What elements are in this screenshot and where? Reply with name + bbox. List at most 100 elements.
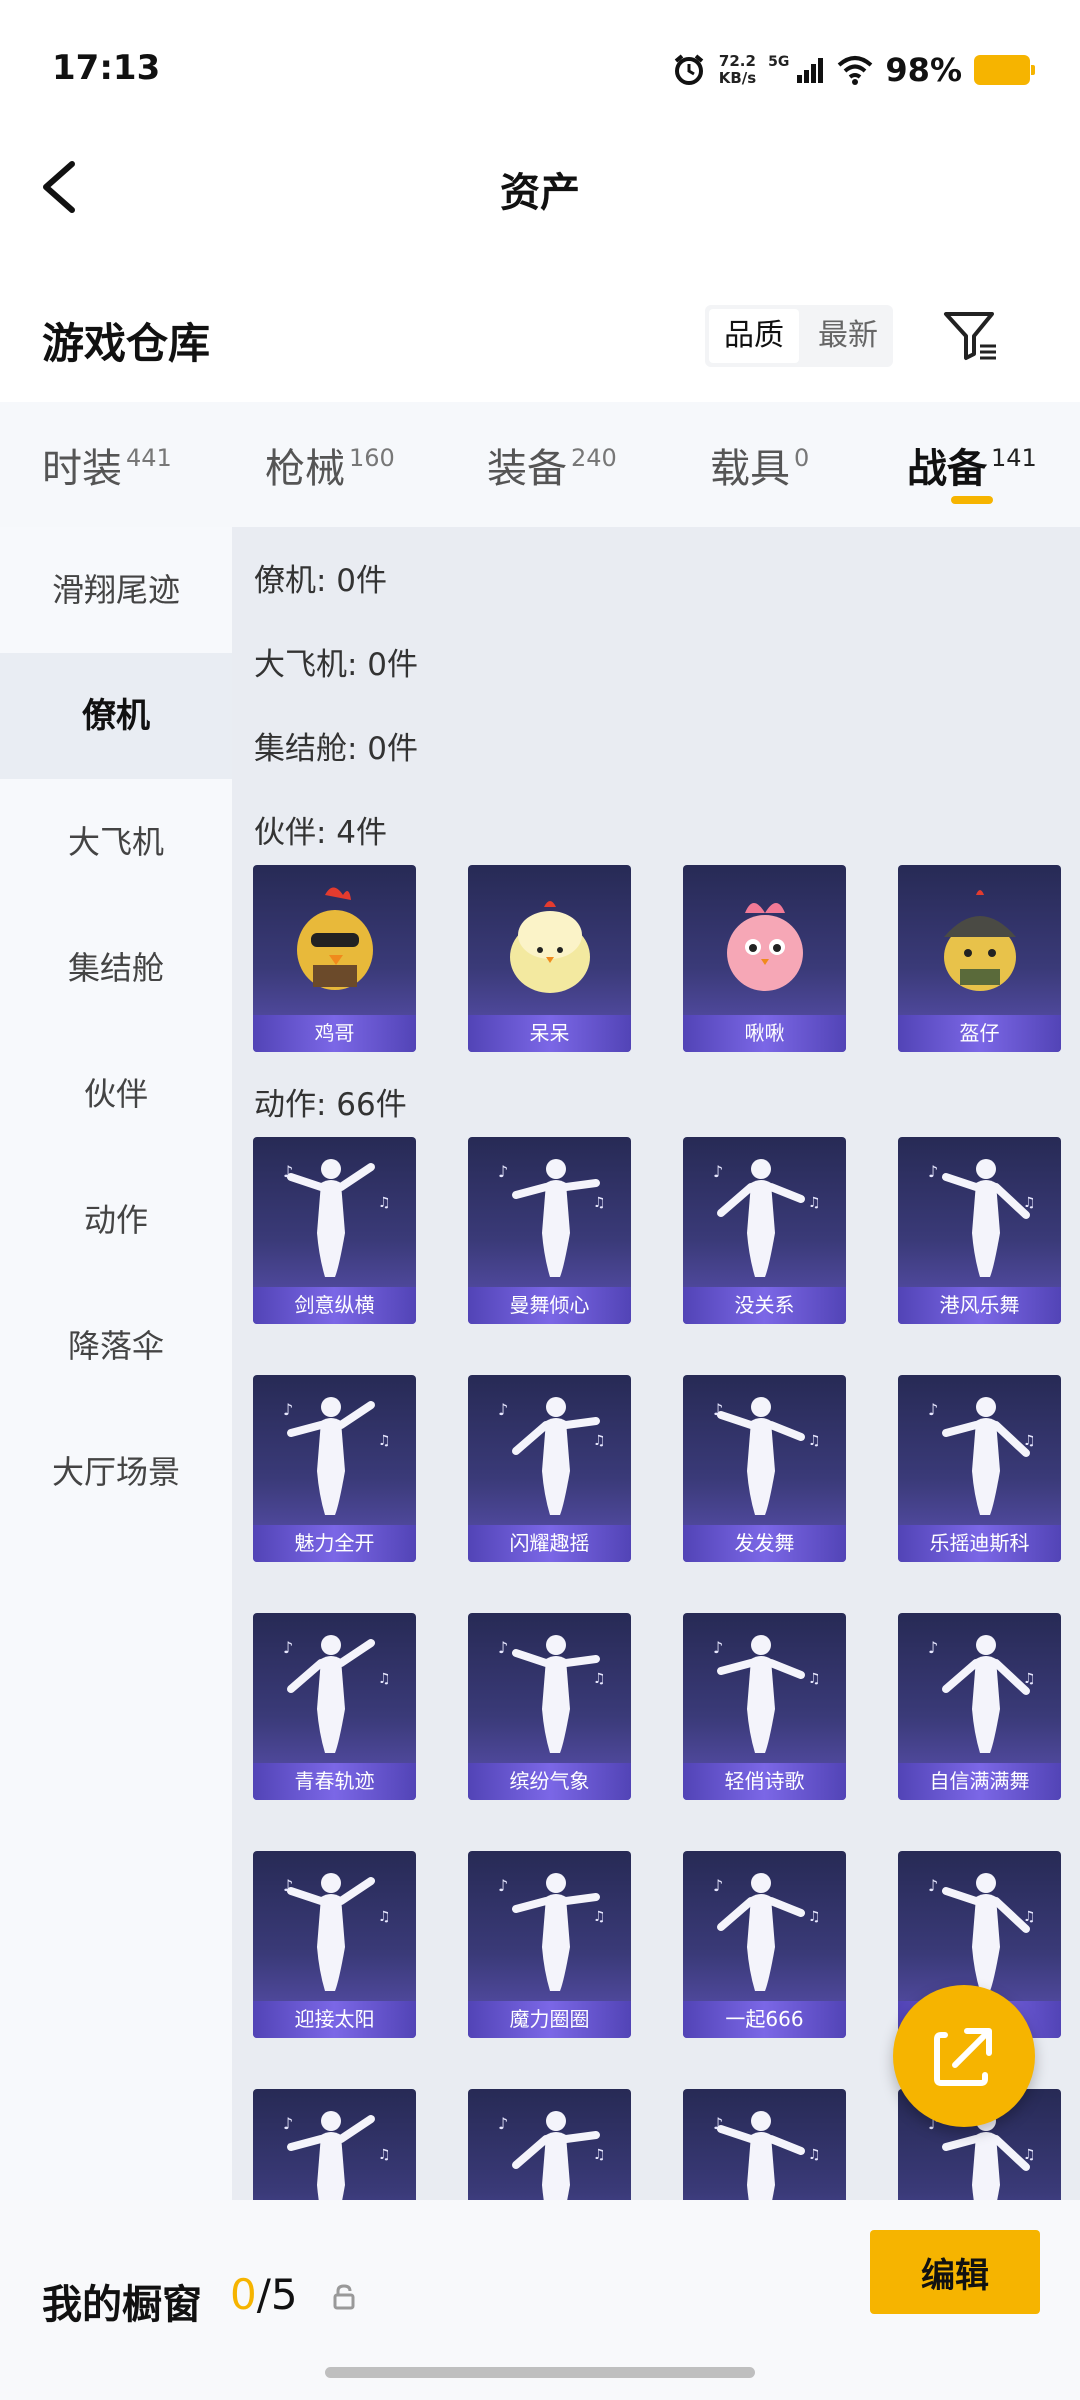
page-title: 资产	[500, 170, 580, 216]
partner-card[interactable]: 鸡哥	[253, 865, 416, 1052]
sidebar-item-glide-trail[interactable]: 滑翔尾迹	[0, 527, 232, 653]
svg-text:♫: ♫	[808, 1433, 821, 1449]
emote-card[interactable]: ♪ ♫ 港风乐舞	[898, 1137, 1061, 1324]
emote-name: 魅力全开	[253, 1525, 416, 1562]
sort-toggle: 品质 最新	[705, 305, 893, 367]
svg-text:♫: ♫	[378, 2147, 391, 2163]
status-bar: 17:13 72.2 KB/s 5G 98%	[0, 0, 1080, 140]
svg-text:♪: ♪	[928, 1638, 938, 1657]
tab-battle-prep[interactable]: 战备 141	[907, 436, 1037, 494]
emote-card[interactable]: ♪ ♫ 青春轨迹	[253, 1613, 416, 1800]
dancer-figure-icon: ♪♫	[928, 1397, 1036, 1515]
emote-card[interactable]: ♪ ♫ 迎接太阳	[253, 1851, 416, 2038]
dancer-figure-icon: ♪♫	[713, 2111, 821, 2200]
emote-card[interactable]: ♪ ♫ 剑意纵横	[253, 1137, 416, 1324]
svg-text:♫: ♫	[808, 2147, 821, 2163]
sidebar: 滑翔尾迹 僚机 大飞机 集结舱 伙伴 动作 降落伞 大厅场景	[0, 527, 232, 2200]
share-button[interactable]	[893, 1985, 1035, 2127]
dancer-figure-icon: ♪♫	[713, 1397, 821, 1515]
sidebar-item-big-plane[interactable]: 大飞机	[0, 779, 232, 905]
svg-text:♫: ♫	[378, 1909, 391, 1925]
net-speed: 72.2 KB/s	[718, 52, 757, 87]
emote-card[interactable]: ♪ ♫ 发发舞	[683, 1375, 846, 1562]
tab-fashion[interactable]: 时装 441	[42, 436, 172, 494]
tab-equipment[interactable]: 装备 240	[487, 436, 617, 494]
partner-name: 鸡哥	[253, 1015, 416, 1052]
dancer-figure-icon: ♪♫	[713, 1635, 821, 1753]
svg-text:♫: ♫	[1023, 1671, 1036, 1687]
emote-card[interactable]: ♪ ♫ 轻俏诗歌	[683, 1613, 846, 1800]
svg-text:♪: ♪	[713, 1162, 723, 1181]
dancer-figure-icon: ♪♫	[283, 2111, 391, 2200]
emote-card[interactable]: ♪ ♫ 自信满满舞	[898, 1613, 1061, 1800]
emote-card[interactable]: ♪ ♫ 魔力圈圈	[468, 1851, 631, 2038]
emote-card[interactable]: ♪ ♫ 曼舞倾心	[468, 1137, 631, 1324]
sort-quality-button[interactable]: 品质	[709, 309, 799, 363]
svg-text:♪: ♪	[713, 1400, 723, 1419]
emote-card[interactable]: ♪ ♫ 闪耀趣摇	[468, 1375, 631, 1562]
dancer-figure-icon: ♪♫	[928, 1635, 1036, 1753]
emote-name: 缤纷气象	[468, 1763, 631, 1800]
home-indicator[interactable]	[325, 2367, 755, 2378]
svg-text:♪: ♪	[498, 1638, 508, 1657]
dancer-figure-icon: ♪♫	[498, 1635, 606, 1753]
status-time: 17:13	[52, 48, 161, 88]
cell-signal-icon	[797, 58, 824, 83]
battery-percent: 98%	[885, 51, 962, 89]
dancer-figure-icon: ♪♫	[498, 1159, 606, 1277]
emote-card[interactable]: ♪ ♫ 魅力全开	[253, 1375, 416, 1562]
svg-text:♫: ♫	[808, 1195, 821, 1211]
dancer-figure-icon: ♪♫	[713, 1873, 821, 1991]
section-partners: 伙伴: 4件	[254, 815, 388, 851]
sidebar-item-parachute[interactable]: 降落伞	[0, 1283, 232, 1409]
emote-name: 剑意纵横	[253, 1287, 416, 1324]
emote-card[interactable]: ♪ ♫	[683, 2089, 846, 2200]
emote-name: 发发舞	[683, 1525, 846, 1562]
emote-name: 青春轨迹	[253, 1763, 416, 1800]
svg-text:♪: ♪	[928, 1162, 938, 1181]
filter-icon[interactable]	[940, 306, 1000, 366]
partner-card[interactable]: 盔仔	[898, 865, 1061, 1052]
edit-button[interactable]: 编辑	[870, 2230, 1040, 2314]
svg-text:♪: ♪	[283, 1876, 293, 1895]
svg-text:♪: ♪	[283, 1638, 293, 1657]
svg-text:♪: ♪	[498, 1162, 508, 1181]
svg-text:♪: ♪	[713, 1876, 723, 1895]
emote-name: 曼舞倾心	[468, 1287, 631, 1324]
emote-name: 没关系	[683, 1287, 846, 1324]
section-wingman: 僚机: 0件	[254, 563, 388, 599]
emote-name: 魔力圈圈	[468, 2001, 631, 2038]
partner-name: 盔仔	[898, 1015, 1061, 1052]
partner-card[interactable]: 啾啾	[683, 865, 846, 1052]
section-big-plane: 大飞机: 0件	[254, 647, 419, 683]
sidebar-item-lobby-scene[interactable]: 大厅场景	[0, 1409, 232, 1535]
emote-card[interactable]: ♪ ♫ 一起666	[683, 1851, 846, 2038]
chicken-brother-icon	[297, 887, 373, 990]
emote-card[interactable]: ♪ ♫ 乐摇迪斯科	[898, 1375, 1061, 1562]
svg-text:♪: ♪	[498, 2114, 508, 2133]
partner-card[interactable]: 呆呆	[468, 865, 631, 1052]
emote-card[interactable]: ♪ ♫ 没关系	[683, 1137, 846, 1324]
showcase-label: 我的橱窗	[42, 2282, 202, 2328]
section-assembly-pod: 集结舱: 0件	[254, 731, 419, 767]
alarm-icon	[674, 54, 703, 85]
dancer-figure-icon: ♪♫	[928, 1159, 1036, 1277]
svg-text:♪: ♪	[928, 1876, 938, 1895]
tab-vehicles[interactable]: 载具 0	[710, 436, 809, 494]
wifi-icon	[838, 56, 873, 85]
sort-newest-button[interactable]: 最新	[803, 305, 893, 367]
lock-icon	[333, 2284, 355, 2310]
svg-text:♪: ♪	[283, 1400, 293, 1419]
sidebar-item-emotes[interactable]: 动作	[0, 1157, 232, 1283]
emote-card[interactable]: ♪ ♫	[253, 2089, 416, 2200]
emote-name: 轻俏诗歌	[683, 1763, 846, 1800]
sidebar-item-partners[interactable]: 伙伴	[0, 1031, 232, 1157]
external-link-icon	[934, 2028, 992, 2086]
sidebar-item-assembly-pod[interactable]: 集结舱	[0, 905, 232, 1031]
emote-card[interactable]: ♪ ♫ 缤纷气象	[468, 1613, 631, 1800]
tab-guns[interactable]: 枪械 160	[265, 436, 395, 494]
svg-text:♫: ♫	[593, 1195, 606, 1211]
sidebar-item-wingman[interactable]: 僚机	[0, 653, 232, 779]
svg-text:♫: ♫	[593, 1671, 606, 1687]
emote-card[interactable]: ♪ ♫	[468, 2089, 631, 2200]
